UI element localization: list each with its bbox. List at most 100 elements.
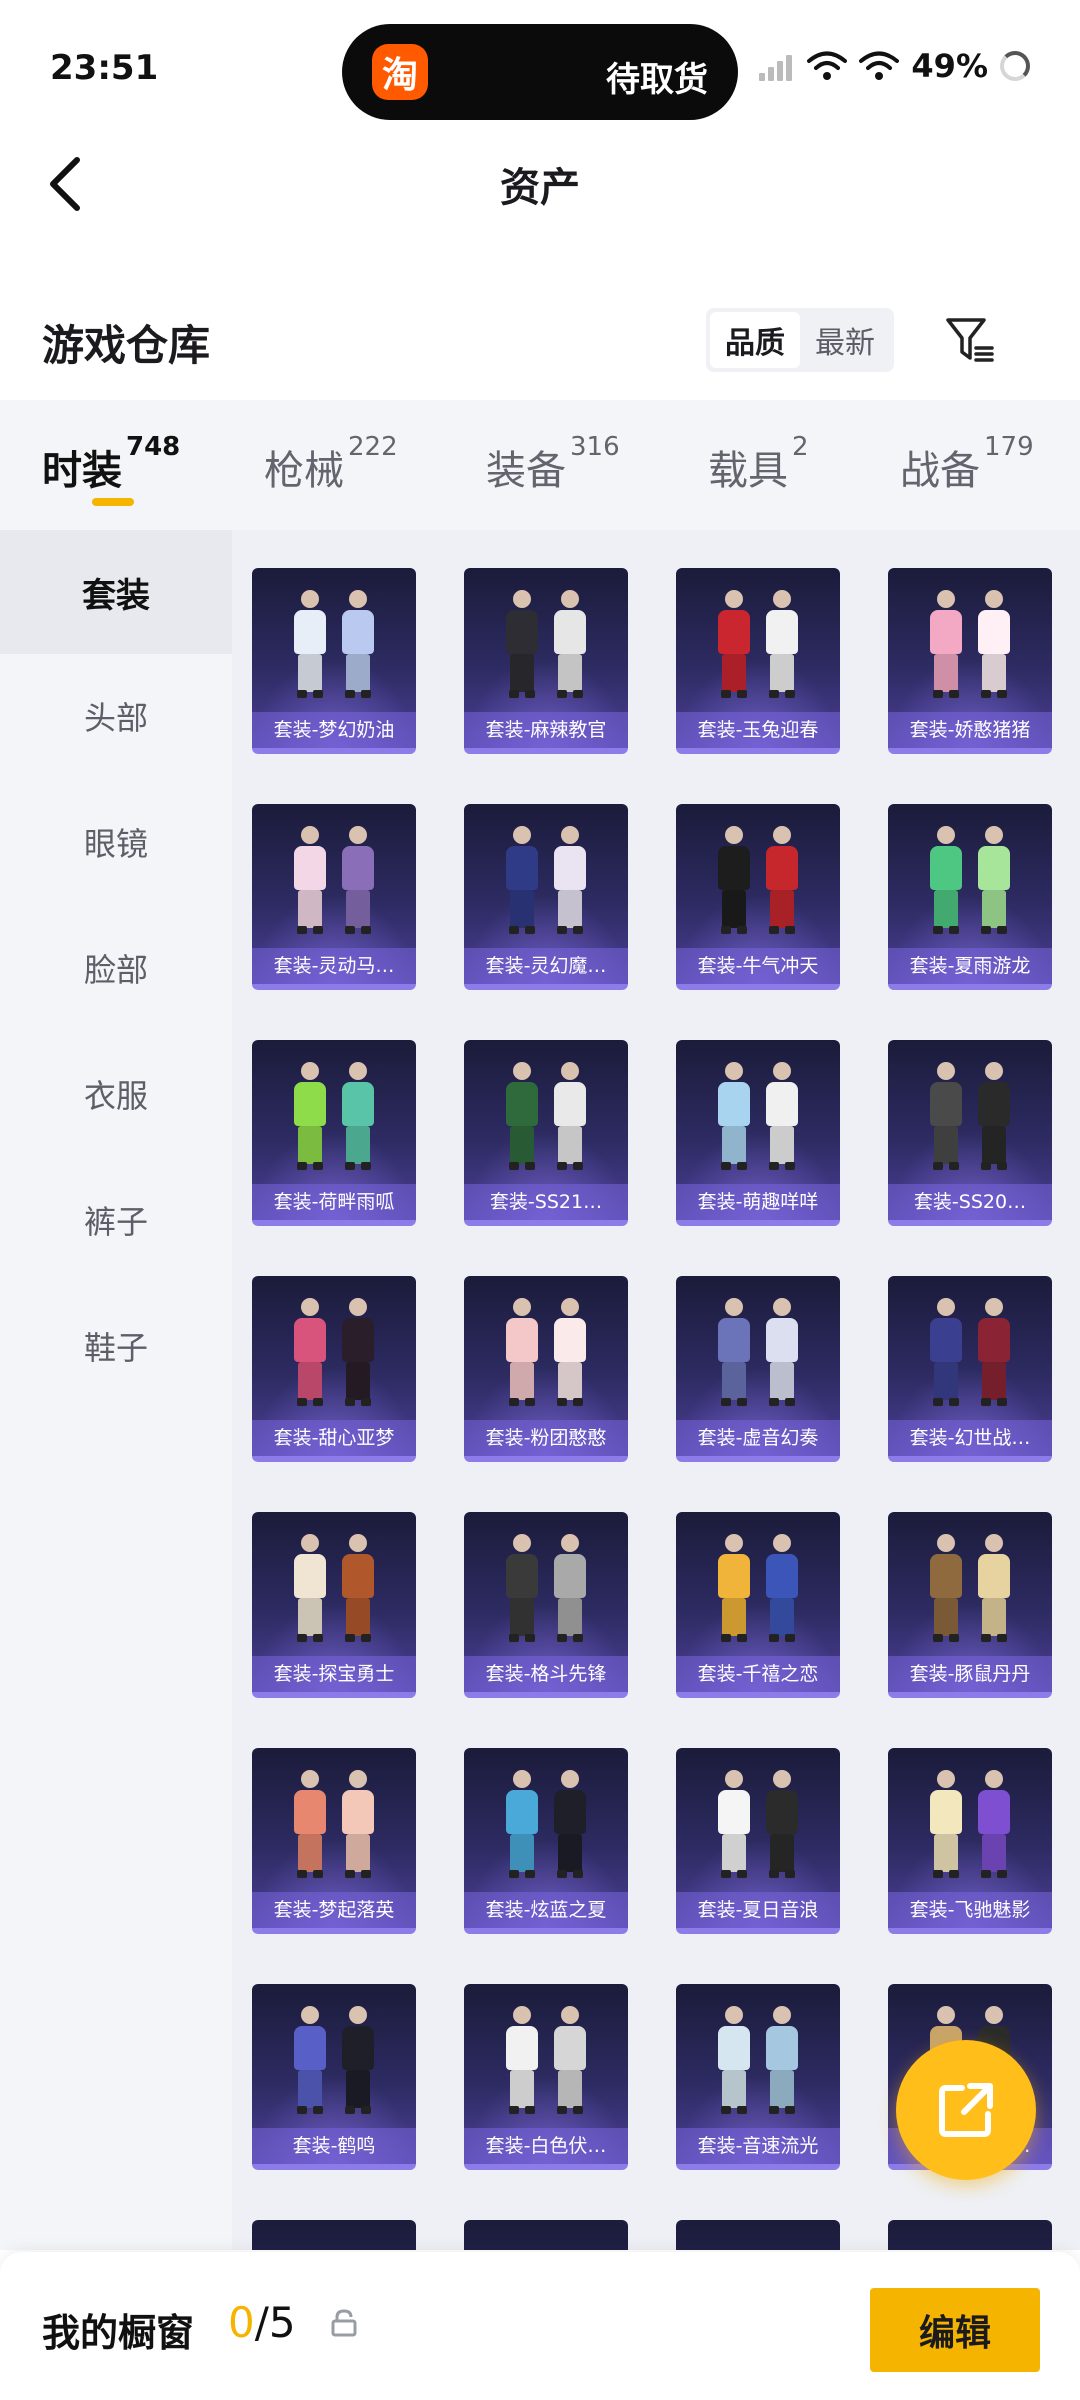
outfit-figure	[548, 1062, 592, 1170]
outfit-figure	[288, 1298, 332, 1406]
outfit-card[interactable]: 套装-娇憨猪猪	[888, 568, 1052, 754]
outfit-figure	[500, 1062, 544, 1170]
outfit-figure	[336, 1062, 380, 1170]
outfit-figure	[500, 590, 544, 698]
battery-percent: 49%	[911, 47, 988, 85]
outfit-figure	[500, 1770, 544, 1878]
tab-fashion[interactable]: 时装748	[42, 432, 180, 496]
outfit-card[interactable]: 套装-探宝勇士	[252, 1512, 416, 1698]
outfit-card[interactable]: 套装-牛气冲天	[676, 804, 840, 990]
outfit-card[interactable]: 套装-夏日音浪	[676, 1748, 840, 1934]
outfit-card[interactable]: 套装-炫蓝之夏	[464, 1748, 628, 1934]
outfit-card[interactable]: 套装-SS21…	[464, 1040, 628, 1226]
outfit-figure	[972, 1062, 1016, 1170]
side-item-outfit[interactable]: 套装	[0, 530, 232, 654]
outfit-card-partial[interactable]	[676, 2220, 840, 2250]
side-item-shoes[interactable]: 鞋子	[0, 1284, 232, 1408]
tab-weapons[interactable]: 枪械222	[264, 432, 398, 496]
outfit-name: 套装-麻辣教官	[464, 712, 628, 748]
wifi-icon	[807, 51, 848, 80]
outfit-card[interactable]: 套装-灵幻魔…	[464, 804, 628, 990]
side-item-face[interactable]: 脸部	[0, 906, 232, 1030]
outfit-name: 套装-夏雨游龙	[888, 948, 1052, 984]
outfit-card-partial[interactable]	[252, 2220, 416, 2250]
outfit-name: 套装-豚鼠丹丹	[888, 1656, 1052, 1692]
island-status-text: 待取货	[606, 60, 708, 100]
outfit-figure	[760, 1062, 804, 1170]
battery-icon	[1000, 51, 1030, 81]
outfit-card[interactable]: 套装-千禧之恋	[676, 1512, 840, 1698]
outfit-figure	[924, 1770, 968, 1878]
outfit-card[interactable]: 套装-白色伏…	[464, 1984, 628, 2170]
outfit-card[interactable]: 套装-玉兔迎春	[676, 568, 840, 754]
tab-equipment[interactable]: 装备316	[486, 432, 620, 496]
outfit-card[interactable]: 套装-飞驰魅影	[888, 1748, 1052, 1934]
outfit-name: 套装-萌趣咩咩	[676, 1184, 840, 1220]
edit-button[interactable]: 编辑	[870, 2288, 1040, 2372]
outfit-card[interactable]: 套装-虚音幻奏	[676, 1276, 840, 1462]
share-button[interactable]	[896, 2040, 1036, 2180]
outfit-figure	[288, 2006, 332, 2114]
outfit-figure	[760, 590, 804, 698]
side-menu: 套装 头部 眼镜 脸部 衣服 裤子 鞋子	[0, 530, 232, 2250]
outfit-figure	[924, 826, 968, 934]
outfit-figure	[760, 826, 804, 934]
tab-vehicles[interactable]: 载具2	[708, 432, 809, 496]
outfit-figure	[972, 590, 1016, 698]
outfit-figure	[336, 590, 380, 698]
outfit-card[interactable]: 套装-SS20…	[888, 1040, 1052, 1226]
outfit-figure	[712, 2006, 756, 2114]
showcase-bar: 我的橱窗 0/5 编辑	[0, 2252, 1080, 2400]
outfit-figure	[924, 1298, 968, 1406]
sort-quality[interactable]: 品质	[710, 312, 800, 368]
sort-toggle: 品质 最新	[706, 308, 894, 372]
filter-icon	[946, 318, 994, 362]
side-item-pants[interactable]: 裤子	[0, 1158, 232, 1282]
side-item-head[interactable]: 头部	[0, 654, 232, 778]
showcase-count: 0/5	[228, 2298, 296, 2347]
outfit-name: 套装-幻世战…	[888, 1420, 1052, 1456]
outfit-name: 套装-粉团憨憨	[464, 1420, 628, 1456]
dynamic-island[interactable]: 淘 待取货	[342, 24, 738, 120]
outfit-card[interactable]: 套装-甜心亚梦	[252, 1276, 416, 1462]
side-item-clothes[interactable]: 衣服	[0, 1032, 232, 1156]
outfit-card[interactable]: 套装-鹤鸣	[252, 1984, 416, 2170]
outfit-figure	[972, 1770, 1016, 1878]
outfit-card[interactable]: 套装-梦起落英	[252, 1748, 416, 1934]
outfit-card[interactable]: 套装-荷畔雨呱	[252, 1040, 416, 1226]
outfit-name: 套装-玉兔迎春	[676, 712, 840, 748]
outfit-card-partial[interactable]	[888, 2220, 1052, 2250]
active-tab-indicator	[92, 498, 134, 506]
outfit-name: 套装-夏日音浪	[676, 1892, 840, 1928]
outfit-figure	[712, 1298, 756, 1406]
item-grid: 套装-梦幻奶油 套装-麻辣教官 套装-玉兔迎春 套装-娇憨猪猪套装-灵动马… 套装-灵幻…	[232, 530, 1080, 2250]
outfit-card[interactable]: 套装-麻辣教官	[464, 568, 628, 754]
outfit-card[interactable]: 套装-格斗先锋	[464, 1512, 628, 1698]
outfit-figure	[760, 1534, 804, 1642]
outfit-card[interactable]: 套装-夏雨游龙	[888, 804, 1052, 990]
outfit-card-partial[interactable]	[464, 2220, 628, 2250]
outfit-figure	[712, 1770, 756, 1878]
outfit-name: 套装-灵动马…	[252, 948, 416, 984]
outfit-card[interactable]: 套装-灵动马…	[252, 804, 416, 990]
outfit-figure	[972, 1298, 1016, 1406]
side-item-glasses[interactable]: 眼镜	[0, 780, 232, 904]
outfit-figure	[924, 1062, 968, 1170]
outfit-figure	[500, 1298, 544, 1406]
outfit-name: 套装-探宝勇士	[252, 1656, 416, 1692]
outfit-card[interactable]: 套装-幻世战…	[888, 1276, 1052, 1462]
tab-supplies[interactable]: 战备179	[900, 432, 1034, 496]
outfit-name: 套装-SS20…	[888, 1184, 1052, 1220]
outfit-card[interactable]: 套装-梦幻奶油	[252, 568, 416, 754]
filter-button[interactable]	[940, 310, 1000, 370]
outfit-figure	[548, 1770, 592, 1878]
outfit-card[interactable]: 套装-萌趣咩咩	[676, 1040, 840, 1226]
outfit-figure	[288, 1534, 332, 1642]
outfit-card[interactable]: 套装-粉团憨憨	[464, 1276, 628, 1462]
sort-newest[interactable]: 最新	[800, 312, 890, 368]
outfit-card[interactable]: 套装-音速流光	[676, 1984, 840, 2170]
tab-count: 2	[792, 432, 809, 462]
outfit-figure	[288, 1770, 332, 1878]
outfit-name: 套装-荷畔雨呱	[252, 1184, 416, 1220]
outfit-card[interactable]: 套装-豚鼠丹丹	[888, 1512, 1052, 1698]
